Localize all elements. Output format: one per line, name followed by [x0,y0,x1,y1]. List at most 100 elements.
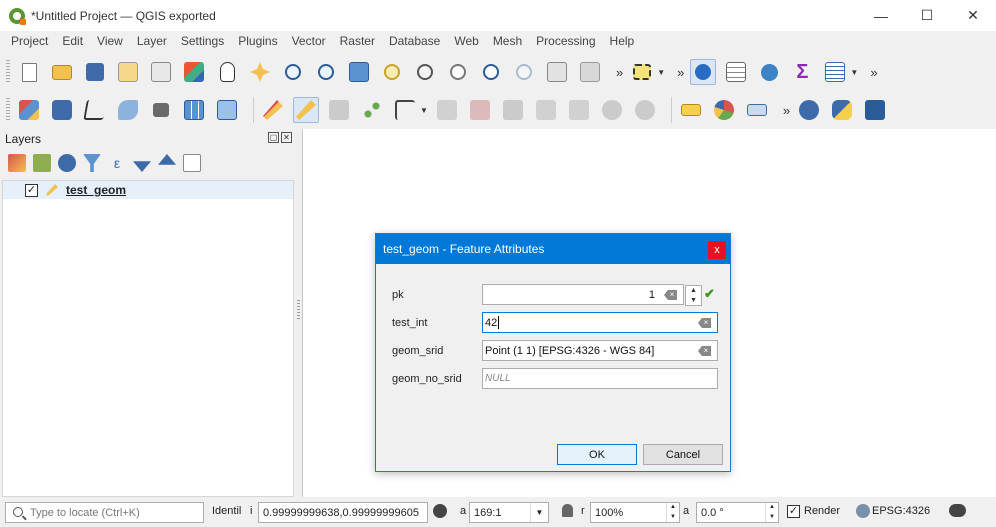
field-calculator-button[interactable] [756,59,782,85]
manage-visibility-icon[interactable] [58,154,76,172]
new-project-button[interactable] [16,59,42,85]
form-dropdown-icon[interactable]: ▼ [850,68,858,77]
panel-close-button[interactable]: ✕ [281,132,292,143]
toolbar-overflow-2[interactable]: » [677,65,684,80]
zoom-last-button[interactable] [478,59,504,85]
menu-vector[interactable]: Vector [285,34,333,48]
messages-icon[interactable] [949,504,966,517]
zoom-full-button[interactable] [346,59,372,85]
menu-view[interactable]: View [90,34,130,48]
attribute-table-button[interactable] [723,59,749,85]
dialog-close-button[interactable]: x [708,241,726,259]
toolbar-overflow-1[interactable]: » [616,65,623,80]
lock-scale-icon[interactable] [562,504,573,517]
current-edits-button[interactable] [260,97,286,123]
save-edits-button[interactable] [326,97,352,123]
data-source-manager-button[interactable] [16,97,42,123]
select-dropdown-icon[interactable]: ▼ [657,68,665,77]
render-checkbox[interactable]: ✓ [787,505,800,518]
select-features-button[interactable] [629,59,655,85]
new-spatialite-button[interactable] [115,97,141,123]
menu-layer[interactable]: Layer [130,34,174,48]
clear-icon[interactable]: × [698,346,711,356]
new-geopackage-button[interactable] [49,97,75,123]
toolbar-overflow-3[interactable]: » [870,65,877,80]
new-memory-layer-button[interactable] [148,97,174,123]
menu-plugins[interactable]: Plugins [231,34,284,48]
ok-button[interactable]: OK [557,444,637,465]
new-temporary-layer-button[interactable] [214,97,240,123]
expand-all-icon[interactable] [133,161,151,172]
statistics-button[interactable]: Σ [789,59,815,85]
identify-features-button[interactable] [690,59,717,85]
toggle-extent-icon[interactable] [433,504,447,518]
modify-attributes-button[interactable] [434,97,460,123]
menu-processing[interactable]: Processing [529,34,602,48]
locator-search-input[interactable]: Type to locate (Ctrl+K) [5,502,204,523]
rotation-spinbox[interactable]: 0.0 ° ▲ ▼ [696,502,779,523]
style-manager-button[interactable] [181,59,207,85]
help-button[interactable] [862,97,888,123]
new-shapefile-button[interactable] [82,97,108,123]
menu-database[interactable]: Database [382,34,447,48]
spin-down-icon[interactable]: ▼ [686,296,701,306]
filter-expression-icon[interactable]: ε [108,154,126,172]
zoom-out-button[interactable] [313,59,339,85]
scale-combobox[interactable]: 169:1 ▼ [469,502,549,523]
panel-splitter-handle[interactable] [297,300,300,320]
delete-selected-button[interactable] [467,97,493,123]
vertex-tool-button[interactable] [392,97,418,123]
magnifier-spinbox[interactable]: 100% ▲ ▼ [590,502,680,523]
menu-web[interactable]: Web [447,34,485,48]
pan-to-selection-button[interactable] [247,59,273,85]
test-int-input[interactable]: 42 × [482,312,718,333]
save-project-button[interactable] [82,59,108,85]
zoom-next-button[interactable] [511,59,537,85]
add-group-icon[interactable] [33,154,51,172]
toolbar-grip-2[interactable] [6,98,10,122]
clear-icon[interactable]: × [698,318,711,328]
menu-edit[interactable]: Edit [55,34,90,48]
maximize-button[interactable]: ☐ [904,0,950,31]
zoom-to-selection-button[interactable] [379,59,405,85]
filter-legend-icon[interactable] [83,154,101,172]
temporal-controller-button[interactable] [577,59,603,85]
magnifier-spin[interactable]: ▲ ▼ [666,503,679,522]
collapse-all-icon[interactable] [158,154,176,165]
geom-no-srid-input[interactable]: NULL [482,368,718,389]
toggle-editing-button[interactable] [293,97,319,123]
undo-button[interactable] [599,97,625,123]
python-console-button[interactable] [829,97,855,123]
new-print-layout-button[interactable] [115,59,141,85]
copy-features-button[interactable] [533,97,559,123]
zoom-in-button[interactable] [280,59,306,85]
cancel-button[interactable]: Cancel [643,444,723,465]
minimize-button[interactable]: — [858,0,904,31]
label-pin-button[interactable] [744,97,770,123]
coordinate-field[interactable]: 0.99999999638,0.99999999605 [258,502,428,523]
menu-project[interactable]: Project [4,34,55,48]
new-map-view-button[interactable] [544,59,570,85]
labeling-button[interactable] [678,97,704,123]
zoom-to-layer-button[interactable] [412,59,438,85]
toolbar-overflow-4[interactable]: » [783,103,790,118]
crs-globe-icon[interactable] [856,504,870,518]
add-point-button[interactable] [359,97,385,123]
clear-icon[interactable]: × [664,290,677,300]
new-virtual-layer-button[interactable] [181,97,207,123]
geom-srid-input[interactable]: Point (1 1) [EPSG:4326 - WGS 84] × [482,340,718,361]
spin-buttons[interactable]: ▲ ▼ [685,285,702,306]
zoom-native-button[interactable] [445,59,471,85]
layout-manager-button[interactable] [148,59,174,85]
cut-features-button[interactable] [500,97,526,123]
menu-mesh[interactable]: Mesh [486,34,529,48]
menu-raster[interactable]: Raster [333,34,382,48]
panel-float-button[interactable]: ▢ [268,132,279,143]
paste-features-button[interactable] [566,97,592,123]
scale-dropdown-icon[interactable]: ▼ [530,503,548,522]
toolbar-grip[interactable] [6,60,10,84]
metasearch-button[interactable] [796,97,822,123]
vertex-tool-dropdown-icon[interactable]: ▼ [420,106,428,115]
style-panel-icon[interactable] [8,154,26,172]
menu-help[interactable]: Help [603,34,642,48]
